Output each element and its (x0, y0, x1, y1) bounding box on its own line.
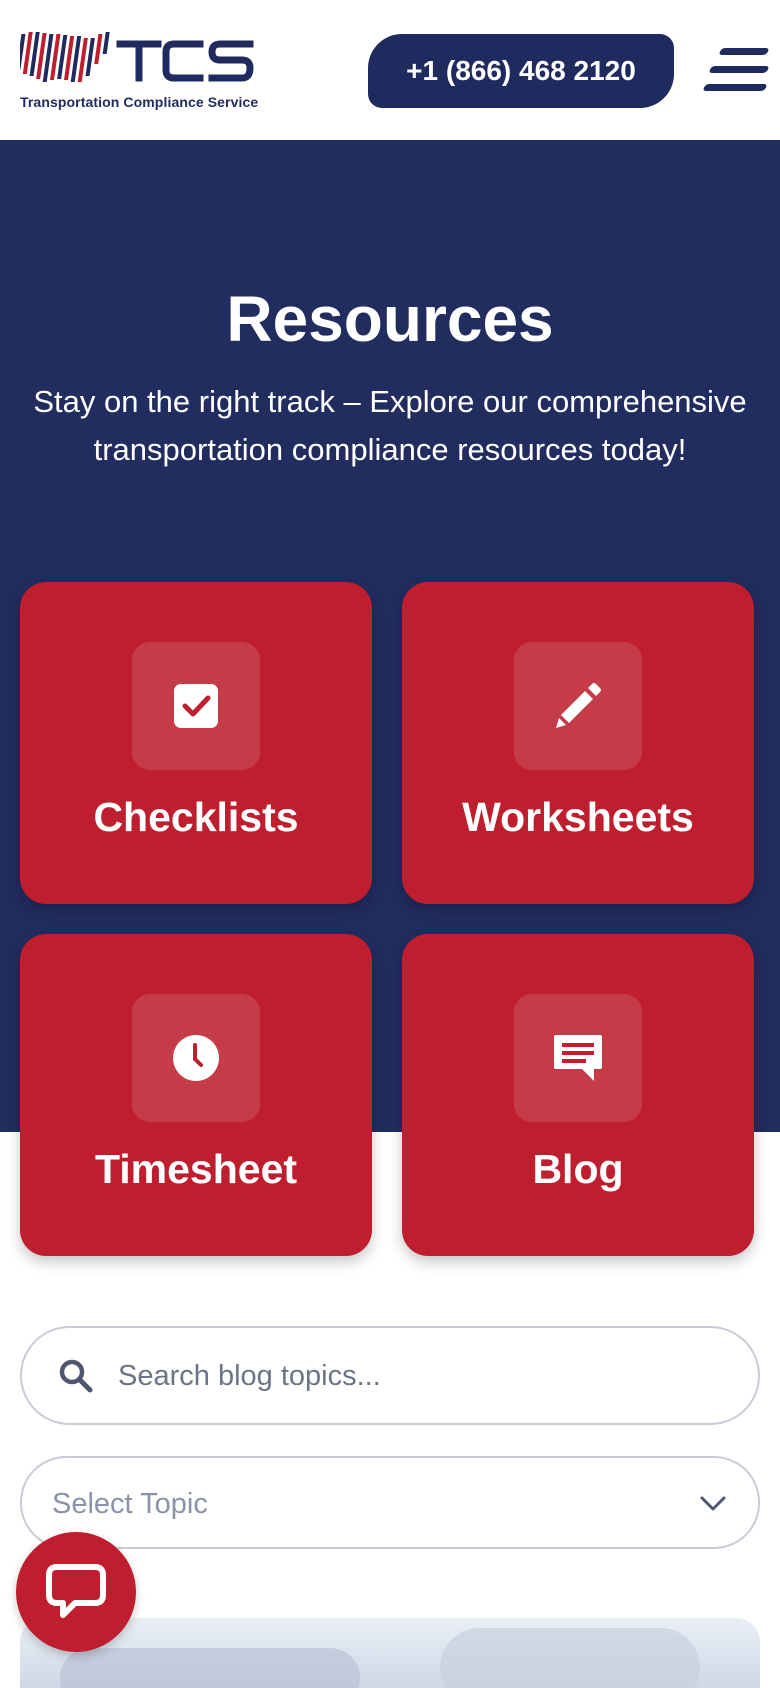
card-icon-box (132, 994, 260, 1122)
card-worksheets[interactable]: Worksheets (402, 582, 754, 904)
live-chat-button[interactable] (16, 1532, 136, 1652)
blog-search-bar[interactable] (20, 1326, 760, 1425)
card-icon-box (132, 642, 260, 770)
menu-bar-icon (702, 84, 768, 91)
card-checklists[interactable]: Checklists (20, 582, 372, 904)
card-label: Worksheets (462, 794, 694, 840)
page-title: Resources (226, 283, 554, 355)
chat-bubble-icon (46, 1564, 106, 1618)
hero-subtitle: Stay on the right track – Explore our co… (33, 384, 747, 467)
blog-featured-image[interactable] (20, 1618, 760, 1688)
card-blog[interactable]: Blog (402, 934, 754, 1256)
card-label: Timesheet (94, 1146, 298, 1192)
hamburger-menu-button[interactable] (702, 42, 770, 98)
image-shape (440, 1628, 700, 1688)
logo-tagline: Transportation Compliance Service (20, 94, 259, 110)
topic-select-value: Select Topic (52, 1488, 208, 1520)
card-icon-box (514, 994, 642, 1122)
logo-map-icon (16, 32, 254, 82)
topic-select[interactable]: Select Topic (20, 1456, 760, 1549)
menu-bar-icon (718, 48, 770, 55)
phone-call-button[interactable]: +1 (866) 468 2120 (368, 34, 674, 108)
image-shape (60, 1648, 360, 1688)
pencil-icon (556, 683, 601, 728)
comment-icon (554, 1035, 602, 1081)
card-label: Blog (532, 1146, 624, 1192)
card-icon-box (514, 642, 642, 770)
tcs-logo[interactable]: Transportation Compliance Service (16, 30, 260, 114)
site-header: Transportation Compliance Service +1 (86… (0, 0, 780, 140)
card-label: Checklists (93, 794, 299, 840)
menu-bar-icon (708, 66, 770, 73)
checkbox-icon (174, 684, 218, 728)
clock-icon (173, 1035, 219, 1081)
search-icon (59, 1359, 93, 1393)
card-timesheet[interactable]: Timesheet (20, 934, 372, 1256)
search-input[interactable] (118, 1348, 718, 1404)
chevron-down-icon (700, 1496, 726, 1511)
